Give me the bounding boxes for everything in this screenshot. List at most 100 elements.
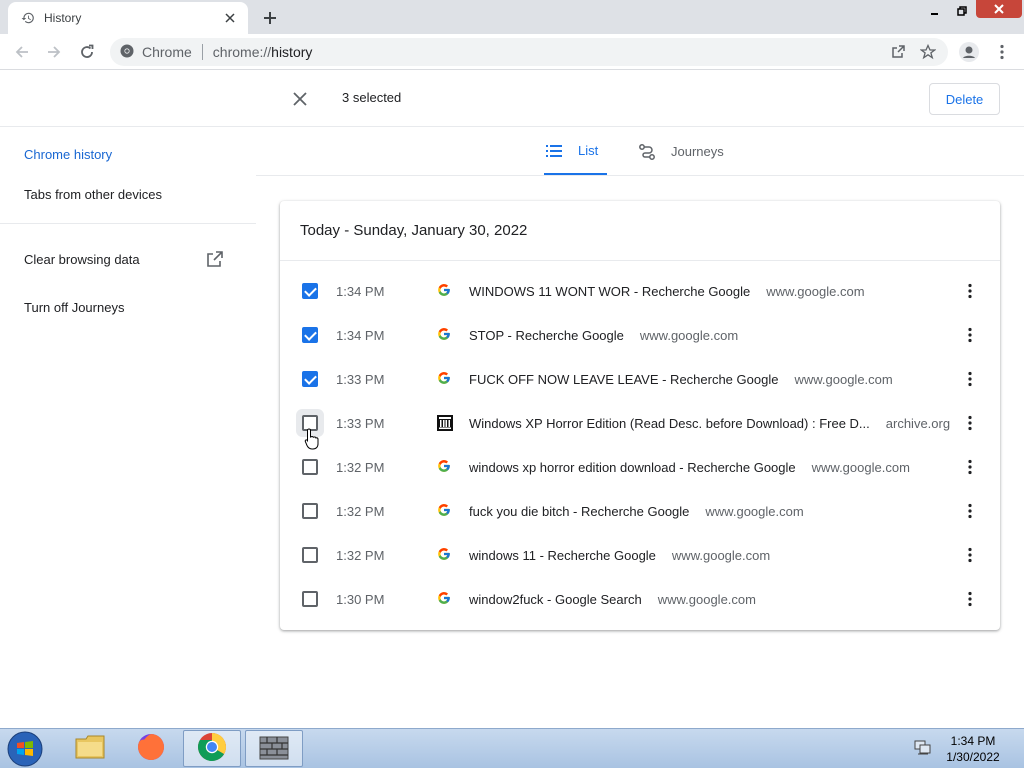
history-row[interactable]: 1:30 PM window2fuck - Google Search www.go… [280,577,1000,621]
taskbar-firefox[interactable] [122,730,180,767]
taskbar-explorer[interactable] [61,730,119,767]
history-row[interactable]: 1:33 PM Windows XP Horror Edition (Read D… [280,401,1000,445]
share-icon[interactable] [888,42,908,62]
chrome-icon [197,732,227,765]
tab-journeys[interactable]: Journeys [637,128,724,175]
row-time: 1:32 PM [336,503,385,519]
sidebar-divider [0,223,256,224]
tab-strip: History [0,0,1024,34]
history-icon [20,10,36,26]
more-actions-icon[interactable] [960,501,980,521]
sidebar: Chrome history Tabs from other devices C… [0,128,256,728]
history-card: Today - Sunday, January 30, 2022 1:34 PM… [280,201,1000,630]
row-title-link[interactable]: fuck you die bitch - Recherche Google www… [469,504,804,519]
clock-time: 1:34 PM [950,734,996,748]
history-row[interactable]: 1:34 PM STOP - Recherche Google www.google… [280,313,1000,357]
taskbar: 1:34 PM 1/30/2022 [0,728,1024,768]
row-checkbox[interactable] [302,459,318,475]
row-checkbox[interactable] [302,547,318,563]
row-title-link[interactable]: window2fuck - Google Search www.google.co… [469,592,756,607]
row-checkbox[interactable] [302,503,318,519]
tab-journeys-label: Journeys [671,144,724,159]
sidebar-item-turn-off-journeys[interactable]: Turn off Journeys [24,300,124,315]
history-row[interactable]: 1:32 PM fuck you die bitch - Recherche Go… [280,489,1000,533]
row-time: 1:32 PM [336,547,385,563]
more-actions-icon[interactable] [960,325,980,345]
row-title: Windows XP Horror Edition (Read Desc. be… [469,415,870,431]
row-title: FUCK OFF NOW LEAVE LEAVE - Recherche Goo… [469,371,779,387]
history-row[interactable]: 1:32 PM windows xp horror edition downloa… [280,445,1000,489]
delete-button[interactable]: Delete [929,83,1000,115]
history-list: 1:34 PM WINDOWS 11 WONT WOR - Recherche G… [280,269,1000,621]
brick-wall-icon [259,734,289,763]
folder-icon [74,733,106,764]
row-domain: www.google.com [657,591,756,607]
more-actions-icon[interactable] [960,589,980,609]
forward-button[interactable] [42,40,66,64]
row-title-link[interactable]: Windows XP Horror Edition (Read Desc. be… [469,416,950,431]
more-actions-icon[interactable] [960,281,980,301]
profile-avatar[interactable] [957,40,981,64]
tab-list-label: List [578,143,599,158]
history-row[interactable]: 1:33 PM FUCK OFF NOW LEAVE LEAVE - Recher… [280,357,1000,401]
sidebar-item-clear-browsing-data[interactable]: Clear browsing data [24,252,140,267]
browser-tab-history[interactable]: History [8,2,248,34]
journeys-icon [637,142,657,162]
row-title: fuck you die bitch - Recherche Google [469,503,690,519]
row-title: WINDOWS 11 WONT WOR - Recherche Google [469,283,751,299]
row-title-link[interactable]: FUCK OFF NOW LEAVE LEAVE - Recherche Goo… [469,372,893,387]
row-checkbox[interactable] [302,327,318,343]
row-domain: www.google.com [705,503,804,519]
more-actions-icon[interactable] [960,457,980,477]
row-checkbox[interactable] [302,283,318,299]
menu-kebab-icon[interactable] [990,40,1014,64]
url-scheme: chrome:// [212,44,272,60]
system-clock[interactable]: 1:34 PM 1/30/2022 [940,733,1006,765]
clear-selection-icon[interactable] [288,87,312,111]
row-title-link[interactable]: windows 11 - Recherche Google www.google.… [469,548,770,563]
row-domain: www.google.com [811,459,910,475]
row-time: 1:33 PM [336,371,385,387]
row-title-link[interactable]: WINDOWS 11 WONT WOR - Recherche Google ww… [469,284,865,299]
row-checkbox[interactable] [302,371,318,387]
network-icon[interactable] [914,740,932,756]
row-title: window2fuck - Google Search [469,591,642,607]
new-tab-button[interactable] [258,6,282,30]
row-domain: www.google.com [639,327,739,343]
close-window-button[interactable] [976,0,1022,18]
sidebar-item-tabs-other-devices[interactable]: Tabs from other devices [24,187,162,202]
tab-title: History [44,11,82,25]
history-row[interactable]: 1:34 PM WINDOWS 11 WONT WOR - Recherche G… [280,269,1000,313]
site-chip-label: Chrome [142,44,192,60]
bookmark-star-icon[interactable] [918,42,938,62]
row-title-link[interactable]: STOP - Recherche Google www.google.com [469,328,738,343]
selected-count: 3 selected [342,90,402,105]
row-domain: archive.org [885,415,951,431]
reload-button[interactable] [75,40,99,64]
taskbar-chrome[interactable] [183,730,241,767]
start-button[interactable] [6,731,44,767]
back-button[interactable] [10,40,34,64]
selection-toolbar: 3 selected Delete [0,71,1024,127]
taskbar-app-wall[interactable] [245,730,303,767]
google-icon [437,327,453,343]
row-checkbox[interactable] [302,591,318,607]
mouse-cursor-icon [304,428,320,450]
google-icon [437,459,453,475]
address-bar[interactable]: Chrome chrome://history [110,38,948,66]
history-row[interactable]: 1:32 PM windows 11 - Recherche Google www.… [280,533,1000,577]
sidebar-item-chrome-history[interactable]: Chrome history [24,147,112,162]
more-actions-icon[interactable] [960,369,980,389]
minimize-button[interactable] [922,0,948,22]
chrome-icon [120,44,134,61]
site-chip[interactable]: Chrome [120,44,192,61]
more-actions-icon[interactable] [960,413,980,433]
more-actions-icon[interactable] [960,545,980,565]
url-path: history [271,44,313,60]
row-title-link[interactable]: windows xp horror edition download - Rec… [469,460,910,475]
external-link-icon[interactable] [206,250,226,270]
restore-button[interactable] [949,0,975,22]
close-tab-icon[interactable] [222,10,238,26]
clock-date: 1/30/2022 [946,750,1000,764]
tab-list[interactable]: List [544,128,607,175]
